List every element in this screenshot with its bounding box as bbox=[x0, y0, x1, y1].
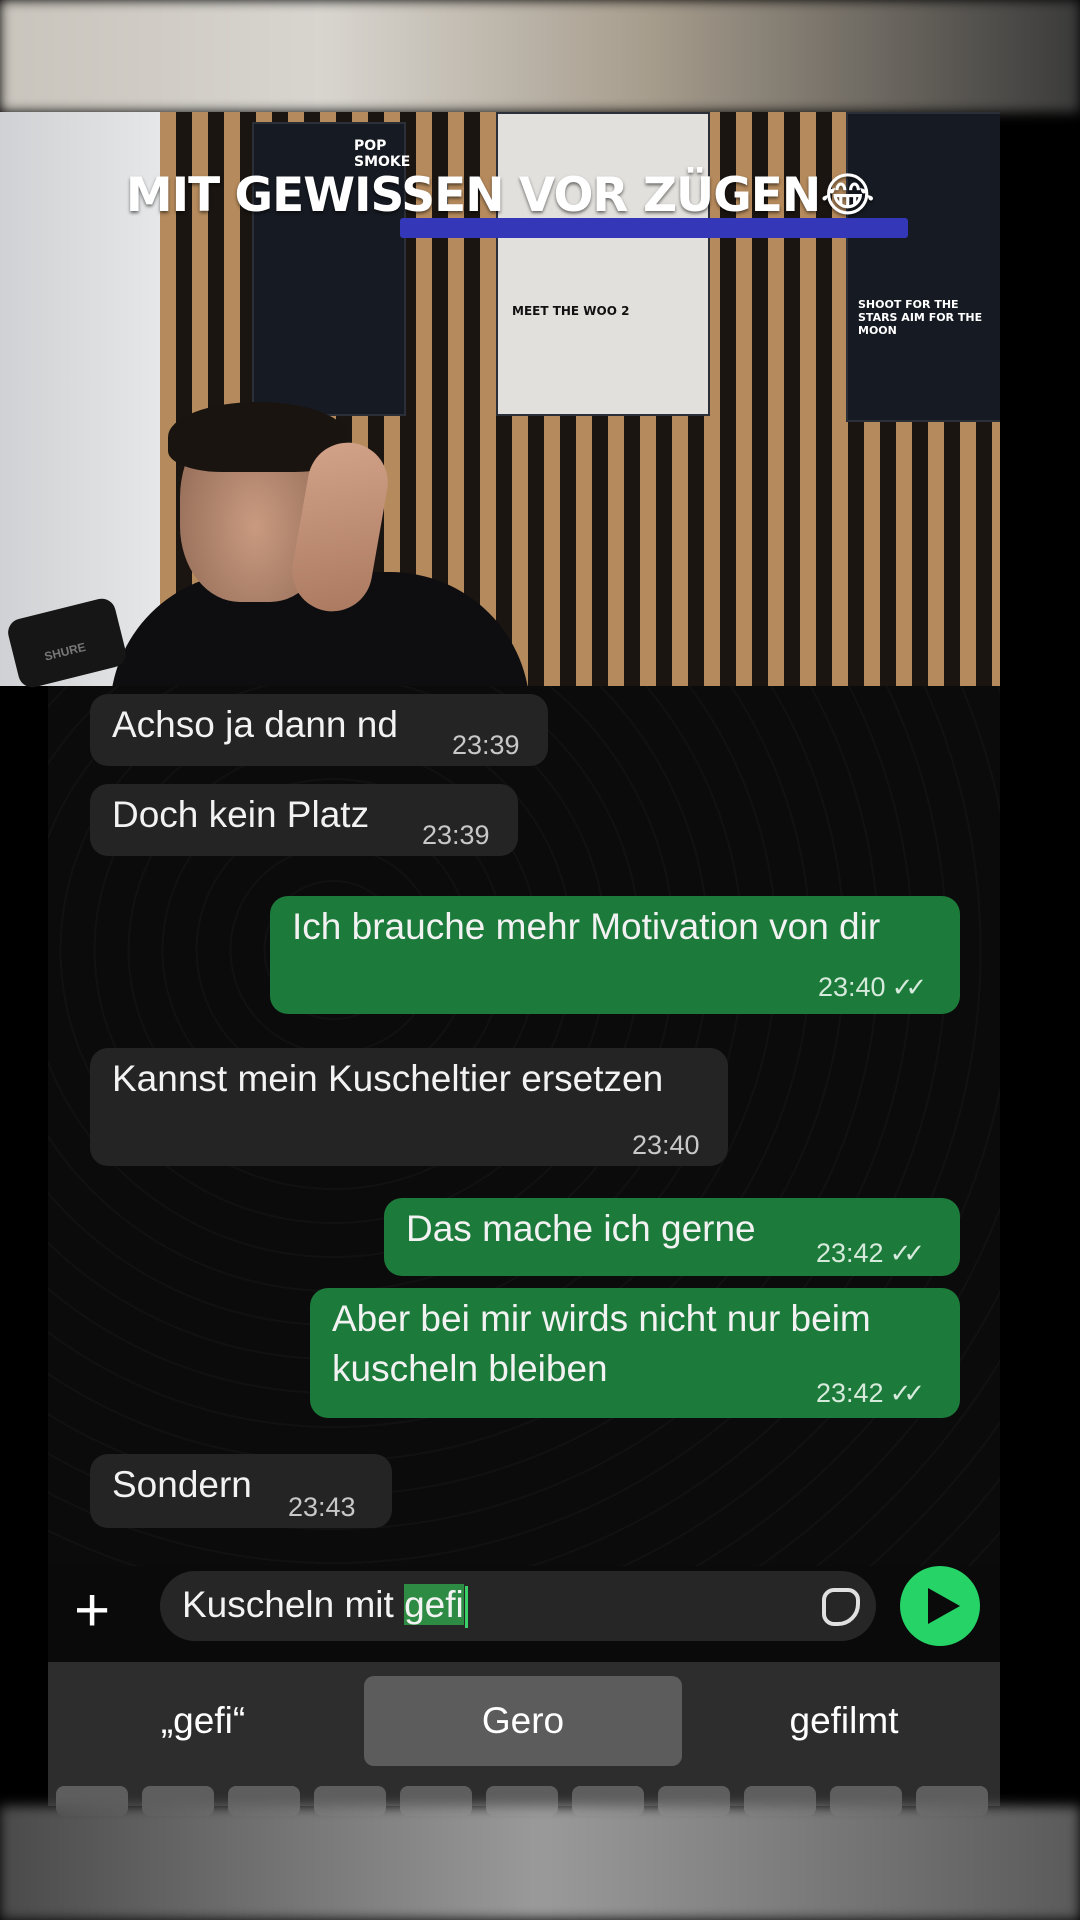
input-text-plain: Kuscheln mit bbox=[182, 1584, 405, 1625]
sticker-icon[interactable] bbox=[822, 1588, 860, 1626]
caption-text: MIT GEWISSEN VOR ZÜGEN😂 bbox=[125, 168, 875, 223]
chat-area[interactable]: Achso ja dann nd 23:39 Doch kein Platz 2… bbox=[48, 686, 1000, 1566]
message-bubble-outgoing[interactable]: Ich brauche mehr Motivation von dir 23:4… bbox=[270, 896, 960, 1014]
keyboard: „gefi“ Gero gefilmt bbox=[48, 1662, 1000, 1816]
plus-icon[interactable]: + bbox=[74, 1580, 110, 1642]
text-caret bbox=[464, 1586, 468, 1629]
suggestion-alt[interactable]: gefilmt bbox=[688, 1676, 1000, 1766]
message-time: 23:42 bbox=[816, 1378, 884, 1408]
message-time: 23:40 bbox=[818, 972, 886, 1002]
message-time: 23:40 bbox=[632, 1130, 700, 1160]
microphone-brand: SHURE bbox=[42, 639, 88, 664]
message-input-text: Kuscheln mit gefi bbox=[182, 1580, 468, 1630]
message-time: 23:39 bbox=[422, 820, 490, 850]
message-text: Achso ja dann nd bbox=[112, 704, 398, 745]
caption: MIT GEWISSEN VOR ZÜGEN😂 bbox=[0, 168, 1000, 223]
message-text: Das mache ich gerne bbox=[406, 1208, 756, 1249]
send-button[interactable] bbox=[900, 1566, 980, 1646]
input-text-autocorrect: gefi bbox=[404, 1584, 464, 1625]
message-bubble-outgoing[interactable]: Aber bei mir wirds nicht nur beim kusche… bbox=[310, 1288, 960, 1418]
poster-title: POP SMOKE bbox=[354, 138, 411, 170]
message-bubble-incoming[interactable]: Sondern 23:43 bbox=[90, 1454, 392, 1528]
poster-right: SHOOT FOR THE STARS AIM FOR THE MOON bbox=[846, 112, 1000, 422]
message-text-line: Aber bei mir wirds nicht nur beim bbox=[332, 1298, 871, 1339]
message-bubble-incoming[interactable]: Kannst mein Kuscheltier ersetzen 23:40 bbox=[90, 1048, 728, 1166]
message-time: 23:43 bbox=[288, 1492, 356, 1522]
message-text: Ich brauche mehr Motivation von dir bbox=[292, 906, 881, 947]
message-time: 23:42 bbox=[816, 1238, 884, 1268]
message-time-wrap: 23:42 ✓✓ bbox=[816, 1368, 925, 1418]
message-bubble-incoming[interactable]: Achso ja dann nd 23:39 bbox=[90, 694, 548, 766]
poster-title: SHOOT FOR THE STARS AIM FOR THE MOON bbox=[858, 298, 983, 337]
message-time: 23:39 bbox=[452, 730, 520, 760]
double-check-icon: ✓✓ bbox=[889, 1238, 925, 1268]
message-composer: + Kuscheln mit gefi bbox=[48, 1566, 1000, 1666]
poster-left: POP SMOKE bbox=[252, 122, 411, 416]
message-text: Kannst mein Kuscheltier ersetzen bbox=[112, 1058, 664, 1099]
double-check-icon: ✓✓ bbox=[891, 972, 927, 1002]
message-text: Sondern bbox=[112, 1464, 252, 1505]
message-text: Doch kein Platz bbox=[112, 794, 370, 835]
suggestion-literal[interactable]: „gefi“ bbox=[48, 1676, 358, 1766]
message-bubble-incoming[interactable]: Doch kein Platz 23:39 bbox=[90, 784, 518, 856]
message-time-wrap: 23:40 ✓✓ bbox=[818, 962, 927, 1012]
message-input[interactable]: Kuscheln mit gefi bbox=[160, 1571, 876, 1641]
suggestion-primary[interactable]: Gero bbox=[364, 1676, 682, 1766]
message-bubble-outgoing[interactable]: Das mache ich gerne 23:42 ✓✓ bbox=[384, 1198, 960, 1276]
blurred-bottom-border bbox=[0, 1806, 1080, 1920]
person bbox=[110, 402, 530, 686]
poster-center: MEET THE WOO 2 bbox=[496, 112, 710, 416]
blurred-top-border bbox=[0, 0, 1080, 112]
double-check-icon: ✓✓ bbox=[889, 1378, 925, 1408]
poster-title: MEET THE WOO 2 bbox=[512, 304, 630, 318]
message-time-wrap: 23:42 ✓✓ bbox=[816, 1228, 925, 1278]
